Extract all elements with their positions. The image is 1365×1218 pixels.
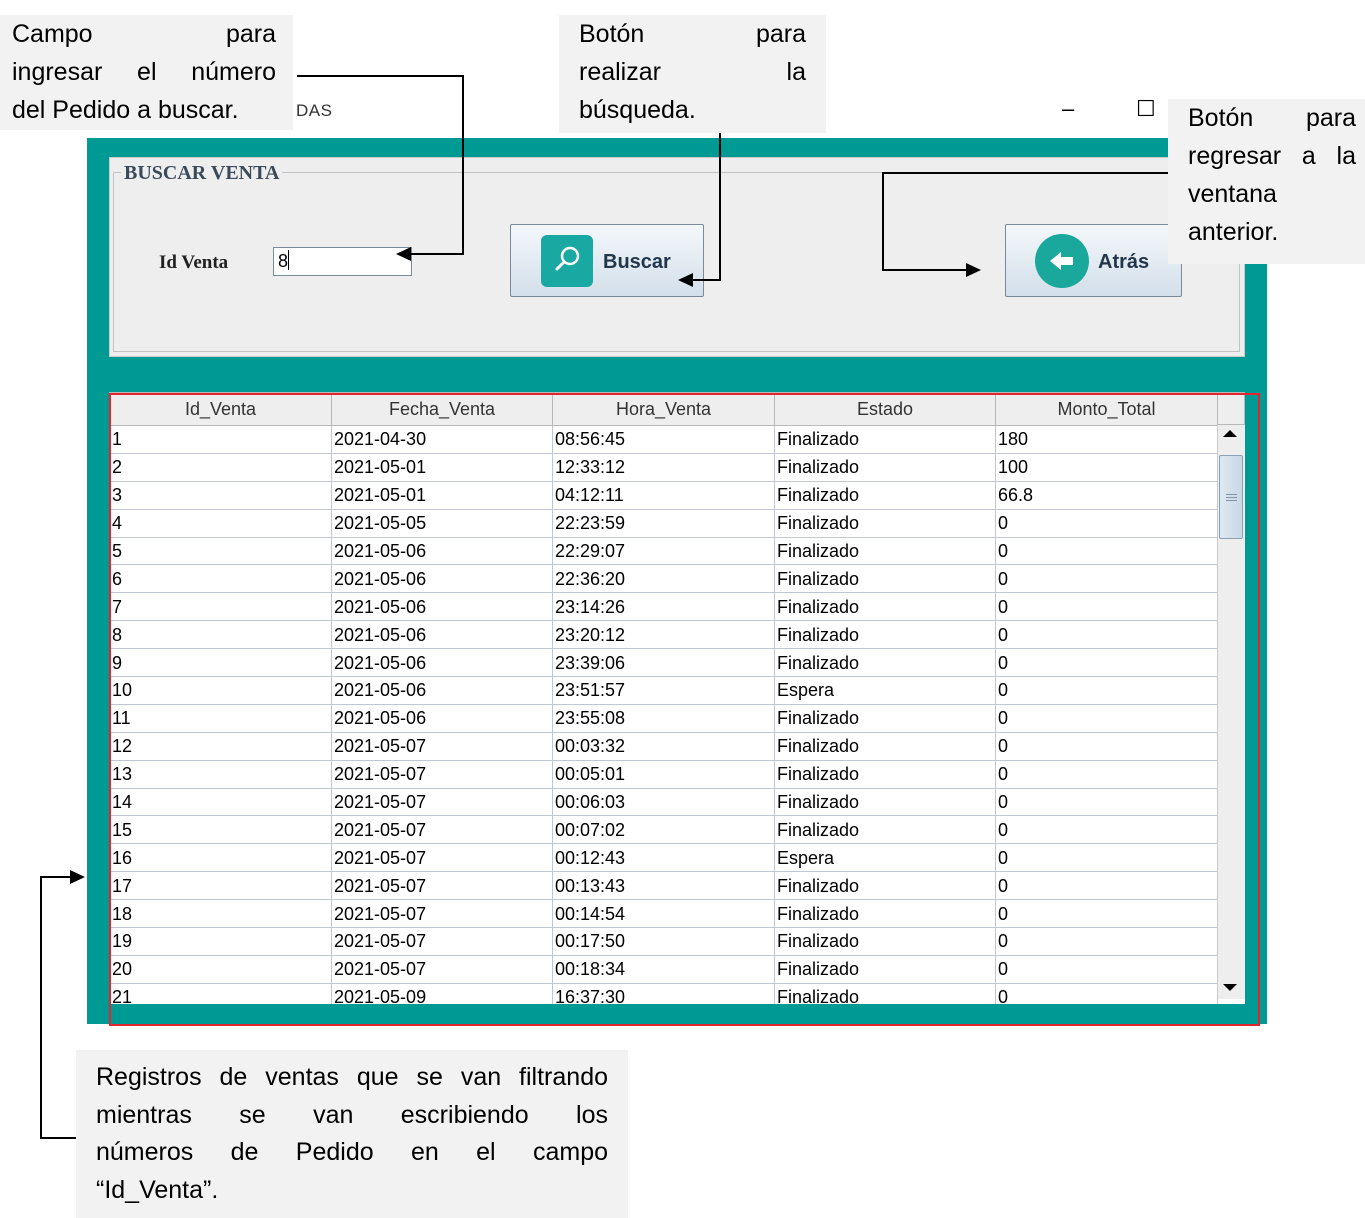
connector: [410, 253, 464, 255]
annotation-table-line: números de Pedido en el campo: [96, 1138, 608, 1166]
annotation-table-line: “Id_Venta”.: [96, 1175, 219, 1204]
connector: [692, 279, 721, 281]
annotation-table-line: mientras se van escribiendo los: [96, 1100, 608, 1129]
connector: [882, 269, 966, 271]
search-button-label: Buscar: [603, 251, 671, 273]
arrow-icon: [70, 870, 85, 884]
connector: [40, 1137, 76, 1139]
arrow-icon: [966, 263, 981, 277]
annotation-field-line: ingresar el número: [12, 58, 276, 86]
annotation-back-line: regresar a la: [1188, 142, 1356, 170]
connector: [882, 172, 1168, 174]
annotation-back-line: anterior.: [1188, 218, 1279, 246]
arrow-icon: [396, 247, 411, 261]
magnifier-icon: [541, 235, 593, 287]
annotation-field-line: Campo para: [12, 20, 276, 48]
annotation-field: Campo para ingresar el número del Pedido…: [0, 15, 293, 130]
annotation-table: Registros de ventas que se van filtrando…: [76, 1050, 628, 1218]
annotation-back-line: ventana: [1188, 180, 1277, 208]
search-legend: BUSCAR VENTA: [121, 162, 283, 185]
window-title: DAS: [296, 101, 333, 120]
annotation-search: Botón para realizar la búsqueda.: [559, 15, 826, 133]
annotation-field-line: del Pedido a buscar.: [12, 96, 239, 124]
back-button[interactable]: Atrás: [1005, 224, 1182, 297]
minimize-icon[interactable]: –: [1062, 96, 1074, 122]
maximize-icon[interactable]: ☐: [1136, 96, 1156, 122]
connector: [297, 75, 463, 77]
id-venta-input[interactable]: 8: [273, 247, 412, 276]
search-button[interactable]: Buscar: [510, 224, 704, 297]
connector: [462, 75, 464, 255]
table-highlight-box: [109, 393, 1260, 1026]
connector: [882, 172, 884, 271]
id-venta-label: Id Venta: [159, 252, 229, 273]
arrow-left-circle-icon: [1035, 234, 1089, 288]
annotation-search-line: búsqueda.: [579, 96, 696, 124]
annotation-back: Botón para regresar a la ventana anterio…: [1168, 99, 1365, 264]
annotation-search-line: realizar la: [579, 58, 806, 86]
id-venta-value: 8: [278, 251, 289, 271]
back-button-label: Atrás: [1098, 251, 1150, 273]
annotation-search-line: Botón para: [579, 20, 806, 48]
arrow-icon: [678, 273, 693, 287]
connector: [40, 876, 42, 1139]
annotation-table-line: Registros de ventas que se van filtrando: [96, 1063, 608, 1091]
annotation-back-line: Botón para: [1188, 104, 1356, 132]
connector: [40, 876, 70, 878]
connector: [719, 133, 721, 281]
